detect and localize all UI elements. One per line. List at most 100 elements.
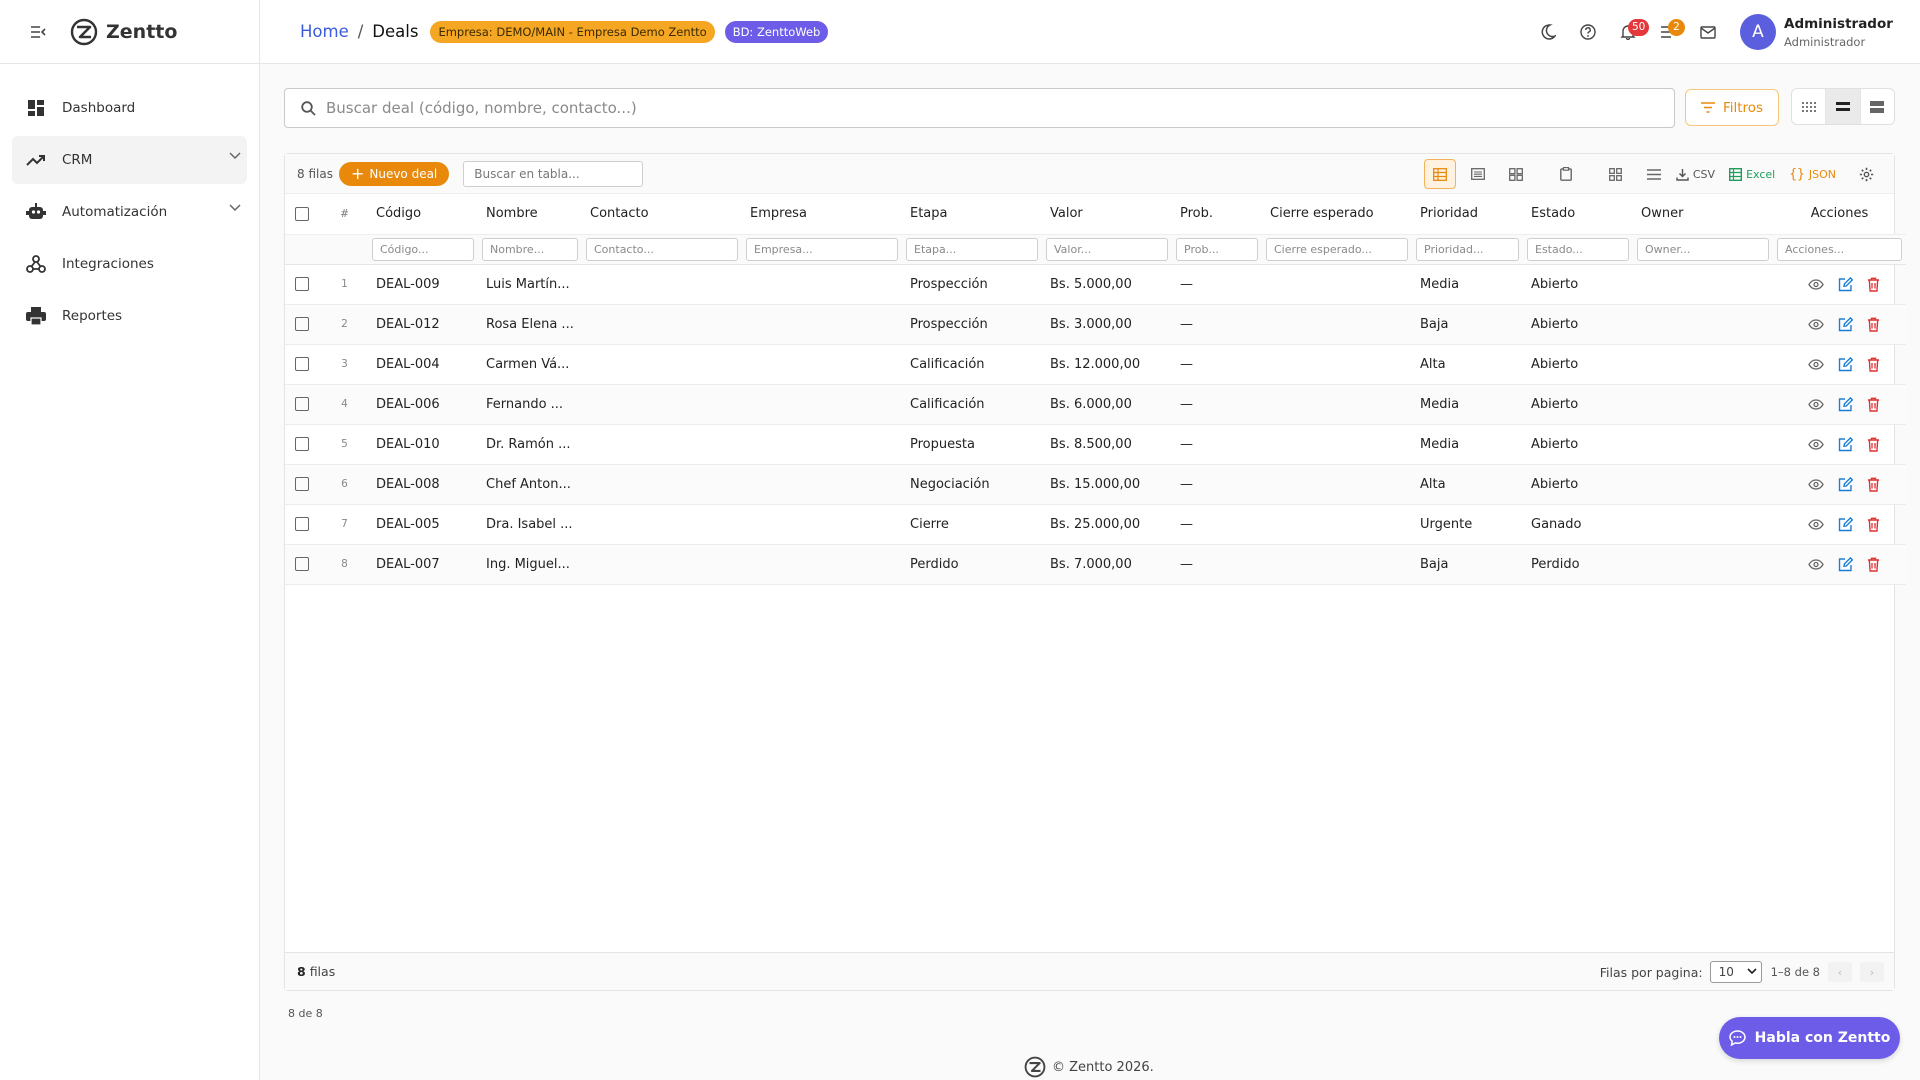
next-page-button[interactable]: ›: [1860, 962, 1884, 982]
table-row[interactable]: 2 DEAL-012 Rosa Elena ... Prospección Bs. 3.…: [285, 304, 1906, 345]
deal-search-box[interactable]: [284, 88, 1675, 128]
avatar[interactable]: A: [1740, 14, 1776, 50]
density-compact-button[interactable]: [1792, 89, 1827, 124]
filter-owner-input[interactable]: [1637, 237, 1769, 261]
table-row[interactable]: 8 DEAL-007 Ing. Miguel... Perdido Bs. 7.000,…: [285, 544, 1906, 585]
edit-icon[interactable]: [1838, 516, 1853, 532]
view-eye-icon[interactable]: [1807, 558, 1824, 570]
filter-nombre-input[interactable]: [482, 237, 578, 261]
edit-icon[interactable]: [1838, 556, 1853, 572]
filter-empresa-input[interactable]: [746, 237, 898, 261]
sidebar-item-dashboard[interactable]: Dashboard: [12, 84, 247, 132]
filter-contacto-input[interactable]: [586, 237, 738, 261]
user-info[interactable]: Administrador Administrador: [1784, 16, 1893, 49]
column-header-valor[interactable]: Valor: [1042, 194, 1172, 235]
help-icon[interactable]: [1568, 12, 1608, 52]
table-row[interactable]: 3 DEAL-004 Carmen Vá... Calificación Bs. 12.…: [285, 344, 1906, 385]
filter-cierre-input[interactable]: [1266, 237, 1408, 261]
menu-collapse-icon[interactable]: [28, 22, 48, 42]
view-eye-icon[interactable]: [1807, 518, 1824, 530]
column-header-owner[interactable]: Owner: [1633, 194, 1773, 235]
row-checkbox[interactable]: [295, 437, 309, 451]
filter-codigo-input[interactable]: [372, 237, 474, 261]
view-eye-icon[interactable]: [1807, 318, 1824, 330]
columns-button[interactable]: [1638, 159, 1670, 189]
row-checkbox[interactable]: [295, 477, 309, 491]
delete-trash-icon[interactable]: [1867, 277, 1880, 292]
density-standard-button[interactable]: [1826, 89, 1861, 124]
filters-button[interactable]: Filtros: [1685, 89, 1779, 126]
delete-trash-icon[interactable]: [1867, 557, 1880, 572]
filter-etapa-input[interactable]: [906, 237, 1038, 261]
copy-button[interactable]: [1550, 159, 1582, 189]
dark-mode-icon[interactable]: [1528, 12, 1568, 52]
sidebar-item-reportes[interactable]: Reportes: [12, 292, 247, 340]
column-header-contacto[interactable]: Contacto: [582, 194, 742, 235]
view-eye-icon[interactable]: [1807, 358, 1824, 370]
view-eye-icon[interactable]: [1807, 278, 1824, 290]
table-row[interactable]: 6 DEAL-008 Chef Anton... Negociación Bs. 15.…: [285, 464, 1906, 505]
grid-settings-button[interactable]: [1850, 159, 1882, 189]
edit-icon[interactable]: [1838, 276, 1853, 292]
table-row[interactable]: 7 DEAL-005 Dra. Isabel ... Cierre Bs. 25.000…: [285, 504, 1906, 545]
edit-icon[interactable]: [1838, 316, 1853, 332]
new-deal-button[interactable]: + Nuevo deal: [338, 161, 450, 186]
delete-trash-icon[interactable]: [1867, 317, 1880, 332]
delete-trash-icon[interactable]: [1867, 437, 1880, 452]
filter-prob-input[interactable]: [1176, 237, 1258, 261]
sidebar-item-crm[interactable]: CRM: [12, 136, 247, 184]
row-checkbox[interactable]: [295, 277, 309, 291]
column-header-nombre[interactable]: Nombre: [478, 194, 582, 235]
edit-icon[interactable]: [1838, 396, 1853, 412]
view-eye-icon[interactable]: [1807, 438, 1824, 450]
column-header-codigo[interactable]: Código: [368, 194, 478, 235]
rows-per-page-select[interactable]: 10: [1709, 961, 1762, 983]
table-view-button[interactable]: [1423, 159, 1456, 189]
delete-trash-icon[interactable]: [1867, 397, 1880, 412]
deal-search-input[interactable]: [326, 99, 1626, 117]
breadcrumb-home-link[interactable]: Home: [300, 22, 349, 41]
group-button[interactable]: [1600, 159, 1632, 189]
edit-icon[interactable]: [1838, 436, 1853, 452]
column-header-prob[interactable]: Prob.: [1172, 194, 1262, 235]
column-header-estado[interactable]: Estado: [1523, 194, 1633, 235]
filter-valor-input[interactable]: [1046, 237, 1168, 261]
filter-acciones-input[interactable]: [1777, 237, 1902, 261]
chat-with-zentto-button[interactable]: Habla con Zentto: [1719, 1017, 1900, 1059]
filter-estado-input[interactable]: [1527, 237, 1629, 261]
export-json-button[interactable]: {} JSON: [1789, 159, 1836, 189]
density-comfortable-button[interactable]: [1861, 89, 1894, 124]
card-view-button[interactable]: [1500, 159, 1532, 189]
table-row[interactable]: 1 DEAL-009 Luis Martín... Prospección Bs. 5.…: [285, 264, 1906, 305]
filter-prioridad-input[interactable]: [1416, 237, 1519, 261]
table-row[interactable]: 5 DEAL-010 Dr. Ramón ... Propuesta Bs. 8.500…: [285, 424, 1906, 465]
tasks-list-icon[interactable]: 2: [1648, 12, 1688, 52]
column-header-etapa[interactable]: Etapa: [902, 194, 1042, 235]
edit-icon[interactable]: [1838, 476, 1853, 492]
row-checkbox[interactable]: [295, 517, 309, 531]
table-search-input[interactable]: [463, 160, 644, 187]
delete-trash-icon[interactable]: [1867, 477, 1880, 492]
column-header-prioridad[interactable]: Prioridad: [1412, 194, 1523, 235]
column-header-cierre[interactable]: Cierre esperado: [1262, 194, 1412, 235]
row-checkbox[interactable]: [295, 397, 309, 411]
list-view-button[interactable]: [1462, 159, 1494, 189]
row-checkbox[interactable]: [295, 357, 309, 371]
mail-icon[interactable]: [1688, 12, 1728, 52]
select-all-checkbox[interactable]: [295, 206, 309, 221]
row-checkbox[interactable]: [295, 557, 309, 571]
row-checkbox[interactable]: [295, 317, 309, 331]
sidebar-item-integraciones[interactable]: Integraciones: [12, 240, 247, 288]
delete-trash-icon[interactable]: [1867, 517, 1880, 532]
view-eye-icon[interactable]: [1807, 398, 1824, 410]
prev-page-button[interactable]: ‹: [1828, 962, 1852, 982]
view-eye-icon[interactable]: [1807, 478, 1824, 490]
edit-icon[interactable]: [1838, 356, 1853, 372]
notifications-bell-icon[interactable]: 50: [1608, 12, 1650, 52]
delete-trash-icon[interactable]: [1867, 357, 1880, 372]
sidebar-item-automatizacion[interactable]: Automatización: [12, 188, 247, 236]
column-header-empresa[interactable]: Empresa: [742, 194, 902, 235]
table-row[interactable]: 4 DEAL-006 Fernando ... Calificación Bs. 6.0…: [285, 384, 1906, 425]
export-csv-button[interactable]: CSV: [1676, 159, 1715, 189]
export-excel-button[interactable]: Excel: [1729, 159, 1775, 189]
